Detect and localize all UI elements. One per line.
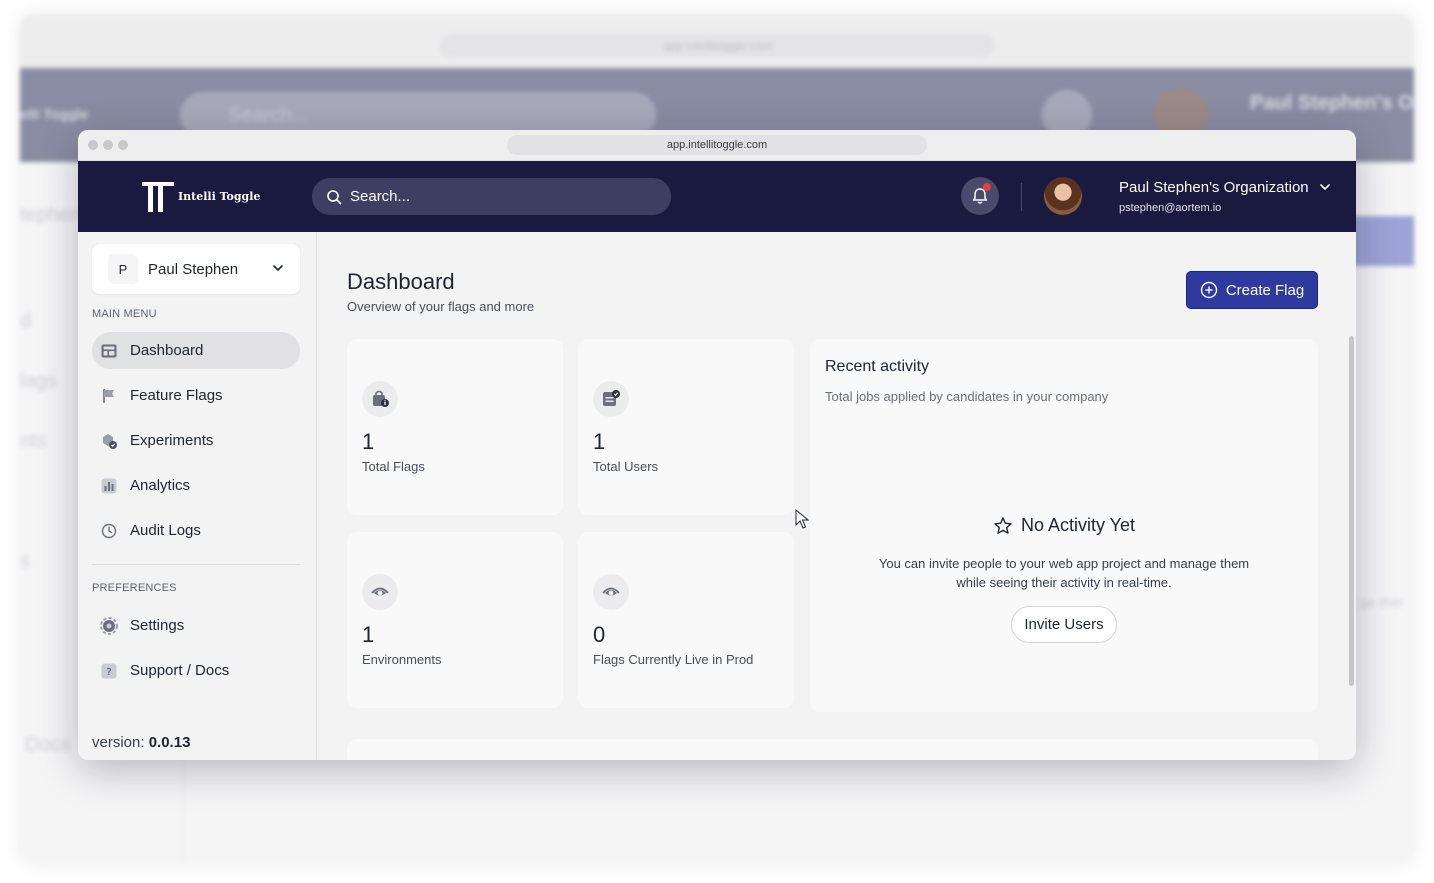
sidebar-item-label: Experiments [130, 432, 214, 449]
organization-name[interactable]: Paul Stephen's Organization [1119, 179, 1309, 196]
background-side-text: nts [20, 430, 47, 452]
intellitoggle-logo-icon [142, 182, 174, 212]
flag-icon [100, 387, 118, 405]
address-bar[interactable]: app.intellitoggle.com [507, 135, 927, 155]
background-side-text: d [20, 310, 32, 332]
mouse-cursor-icon [795, 509, 809, 529]
top-navbar: Intelli Toggle Paul Stephen's Organizati… [78, 161, 1356, 232]
background-side-text: s [20, 550, 30, 572]
background-org-name: Paul Stephen's Or [1250, 92, 1414, 114]
app-window: app.intellitoggle.com Intelli Toggle Sea… [78, 130, 1356, 760]
eye-icon [362, 574, 398, 610]
search-input[interactable] [350, 188, 640, 205]
background-side-text: tephen [20, 204, 82, 226]
sidebar-item-feature-flags[interactable]: Feature Flags [92, 377, 300, 414]
sidebar-item-label: Support / Docs [130, 662, 230, 679]
version-value: 0.0.13 [148, 734, 191, 751]
eye-icon [593, 574, 629, 610]
chevron-down-icon[interactable] [1319, 181, 1331, 193]
stat-card-flags-live-prod[interactable]: 0 Flags Currently Live in Prod [578, 532, 794, 708]
scrollbar[interactable] [1349, 336, 1354, 686]
maximize-window-button[interactable] [118, 140, 128, 150]
users-check-icon [593, 381, 629, 417]
search-bar[interactable] [312, 178, 671, 215]
notification-badge [983, 183, 991, 191]
organization-email: pstephen@aortem.io [1119, 202, 1222, 214]
svg-text:?: ? [106, 667, 111, 678]
chevron-down-icon [273, 265, 283, 272]
sidebar-item-analytics[interactable]: Analytics [92, 467, 300, 504]
user-avatar[interactable] [1044, 177, 1082, 215]
recent-activity-title: Recent activity [825, 358, 930, 375]
logo-text: Intelli Toggle [178, 189, 261, 203]
sidebar-item-experiments[interactable]: Experiments [92, 422, 300, 459]
sidebar: P Paul Stephen MAIN MENU Dashboard Featu… [78, 232, 317, 760]
search-icon [327, 189, 342, 204]
create-flag-button[interactable]: Create Flag [1186, 271, 1318, 309]
gear-icon [100, 616, 118, 635]
invite-users-button[interactable]: Invite Users [1011, 606, 1117, 643]
clock-icon [100, 522, 118, 540]
minimize-window-button[interactable] [103, 140, 113, 150]
empty-state-title-text: No Activity Yet [1020, 515, 1136, 535]
create-flag-label: Create Flag [1225, 281, 1305, 299]
background-url: app.intellitoggle.com [440, 34, 995, 58]
user-switcher[interactable]: P Paul Stephen [92, 244, 300, 294]
header-divider [1021, 183, 1022, 211]
star-icon [994, 516, 1012, 534]
app-logo[interactable]: Intelli Toggle [140, 178, 260, 214]
dashboard-icon [100, 342, 118, 360]
user-name: Paul Stephen [148, 260, 239, 278]
stat-value: 1 [362, 429, 375, 454]
experiments-icon [100, 432, 118, 450]
stat-card-total-users[interactable]: 1 Total Users [578, 339, 794, 515]
stat-value: 1 [362, 622, 375, 647]
sidebar-item-label: Audit Logs [130, 522, 201, 539]
main-menu-label: MAIN MENU [92, 308, 157, 320]
sidebar-item-dashboard[interactable]: Dashboard [92, 332, 300, 369]
stat-label: Flags Currently Live in Prod [593, 652, 754, 667]
version-label: version: [92, 734, 145, 751]
sidebar-divider [92, 564, 300, 565]
close-window-button[interactable] [88, 140, 98, 150]
background-side-text: Docs [25, 734, 71, 756]
page-subtitle: Overview of your flags and more [347, 299, 535, 314]
background-logo: elli Toggle [20, 106, 89, 122]
empty-state-title: No Activity Yet [810, 515, 1318, 536]
window-controls [88, 140, 128, 150]
bottom-card [347, 739, 1318, 760]
background-side-text: lags [20, 370, 57, 392]
stat-value: 1 [593, 429, 606, 454]
page-title: Dashboard [347, 269, 455, 294]
plus-circle-icon [1200, 281, 1218, 299]
stat-value: 0 [593, 622, 606, 647]
app-version: version: 0.0.13 [92, 734, 190, 751]
sidebar-item-label: Analytics [130, 477, 191, 494]
help-icon: ? [100, 662, 118, 680]
sidebar-item-label: Dashboard [130, 342, 204, 359]
stat-label: Total Flags [362, 459, 425, 474]
sidebar-item-audit-logs[interactable]: Audit Logs [92, 512, 300, 549]
preferences-label: PREFERENCES [92, 582, 177, 594]
sidebar-item-support-docs[interactable]: ? Support / Docs [92, 652, 300, 689]
background-side-text: ge ther [1360, 594, 1404, 610]
sidebar-item-label: Settings [130, 617, 185, 634]
sidebar-item-settings[interactable]: Settings [92, 607, 300, 644]
analytics-icon [100, 477, 118, 495]
user-initial-avatar: P [108, 254, 138, 284]
stat-card-total-flags[interactable]: 1 Total Flags [347, 339, 563, 515]
notifications-button[interactable] [961, 177, 999, 215]
background-titlebar: app.intellitoggle.com [20, 14, 1414, 68]
stat-card-environments[interactable]: 1 Environments [347, 532, 563, 708]
stat-label: Total Users [593, 459, 659, 474]
stat-label: Environments [362, 652, 442, 667]
recent-activity-card: Recent activity Total jobs applied by ca… [810, 339, 1318, 712]
empty-state-description: You can invite people to your web app pr… [878, 556, 1250, 590]
recent-activity-subtitle: Total jobs applied by candidates in your… [825, 389, 1109, 404]
main-content: Dashboard Overview of your flags and mor… [318, 232, 1356, 760]
sidebar-item-label: Feature Flags [130, 387, 223, 404]
bag-info-icon [362, 381, 398, 417]
browser-titlebar: app.intellitoggle.com [78, 130, 1356, 161]
